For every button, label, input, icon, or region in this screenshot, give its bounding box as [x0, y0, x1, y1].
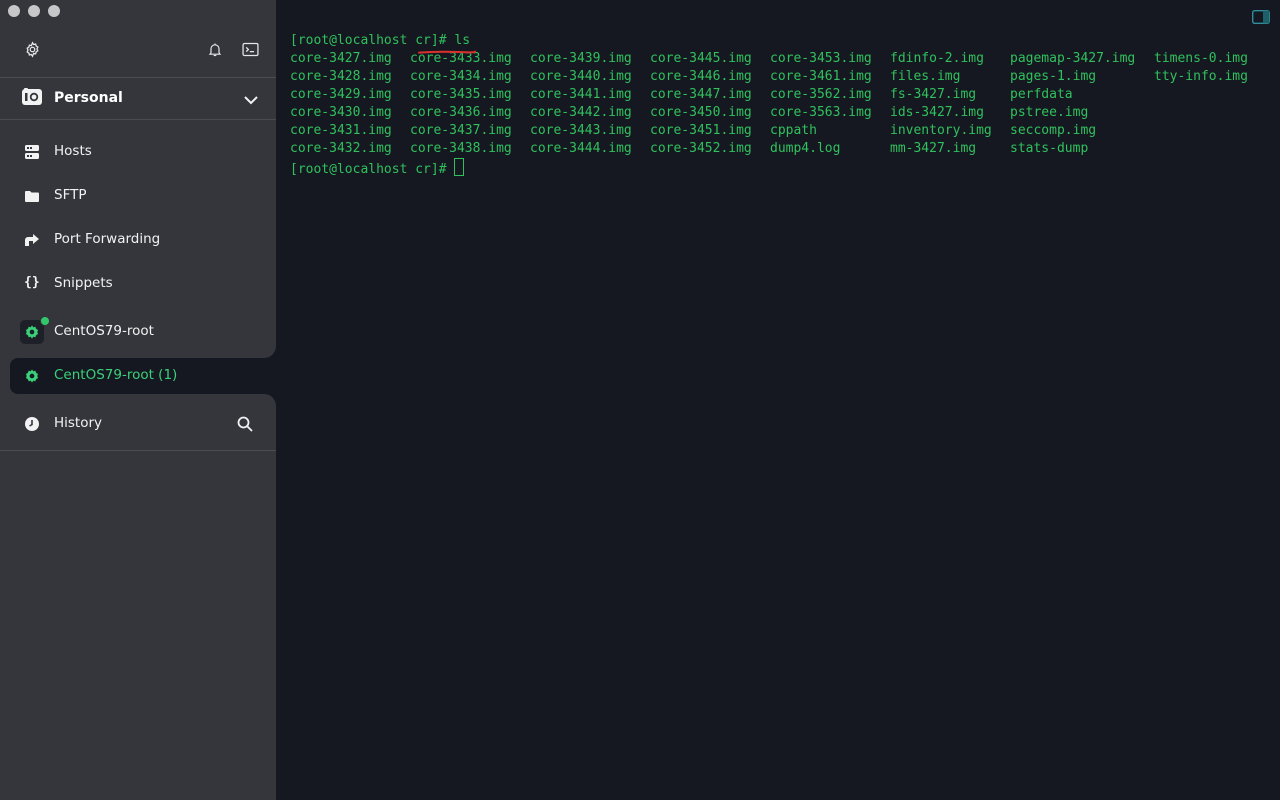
listing-entry: ids-3427.img [890, 105, 984, 120]
sidebar-panel-toggle-icon[interactable] [1251, 9, 1271, 28]
listing-entry: core-3461.img [770, 69, 872, 84]
listing-row: core-3432.img core-3438.img core-3444.img c… [290, 140, 1264, 158]
red-underline-annotation [418, 50, 476, 54]
listing-entry: inventory.img [890, 123, 992, 138]
bell-icon[interactable] [203, 37, 227, 61]
listing-entry: dump4.log [770, 141, 841, 156]
file-listing: core-3427.img core-3433.img core-3439.img c… [290, 50, 1264, 158]
divider [0, 119, 276, 120]
sidebar-item-label: Snippets [54, 275, 113, 291]
terminal-command: ls [446, 33, 471, 48]
listing-entry: cppath [770, 123, 817, 138]
sidebar: Personal Hosts SFTP Port Forwarding {} S… [0, 0, 276, 800]
listing-row: core-3429.img core-3435.img core-3441.img c… [290, 86, 1264, 104]
listing-entry: pages-1.img [1010, 69, 1097, 84]
sidebar-item-label: Hosts [54, 143, 92, 159]
terminal-prompt: [root@localhost cr]# [290, 162, 455, 177]
snippets-icon: {} [24, 275, 40, 290]
listing-entry [1154, 86, 1264, 104]
sidebar-item-label: SFTP [54, 187, 87, 203]
terminal-cursor [454, 158, 465, 176]
listing-entry: core-3452.img [650, 141, 752, 156]
chevron-down-icon [243, 91, 259, 110]
listing-row: core-3431.img core-3437.img core-3443.img c… [290, 122, 1264, 140]
sidebar-item-label: Port Forwarding [54, 231, 161, 247]
folder-icon [24, 188, 40, 204]
listing-entry: core-3441.img [530, 87, 632, 102]
listing-entry: core-3445.img [650, 51, 752, 66]
hosts-icon [24, 144, 40, 160]
listing-entry: seccomp.img [1010, 123, 1097, 138]
sidebar-item-sftp[interactable]: SFTP [0, 178, 276, 214]
listing-entry: timens-0.img [1154, 51, 1248, 66]
listing-entry: core-3563.img [770, 105, 872, 120]
listing-entry: core-3431.img [290, 123, 392, 138]
close-window-button[interactable] [8, 5, 20, 17]
listing-entry: tty-info.img [1154, 69, 1248, 84]
listing-entry: core-3450.img [650, 105, 752, 120]
tab-corner [256, 394, 276, 414]
listing-entry: fdinfo-2.img [890, 51, 984, 66]
minimize-window-button[interactable] [28, 5, 40, 17]
listing-entry: core-3443.img [530, 123, 632, 138]
terminal-pane[interactable]: [root@localhost cr]# ls core-3427.img cor… [276, 0, 1280, 800]
listing-entry: core-3435.img [410, 87, 512, 102]
listing-entry: core-3453.img [770, 51, 872, 66]
listing-entry [1154, 140, 1264, 158]
history-clock-icon [24, 416, 40, 432]
terminal-prompt: [root@localhost cr]# [290, 33, 447, 48]
settings-gear-icon[interactable] [20, 37, 44, 61]
listing-entry: files.img [890, 69, 961, 84]
listing-entry: core-3447.img [650, 87, 752, 102]
listing-entry: mm-3427.img [890, 141, 977, 156]
listing-entry: fs-3427.img [890, 87, 977, 102]
listing-entry: core-3440.img [530, 69, 632, 84]
listing-entry [1154, 104, 1264, 122]
port-forwarding-icon [24, 232, 40, 248]
terminal-icon[interactable] [238, 37, 262, 61]
zoom-window-button[interactable] [48, 5, 60, 17]
sidebar-item-port-forwarding[interactable]: Port Forwarding [0, 222, 276, 258]
search-icon[interactable] [233, 412, 257, 436]
vault-selector[interactable]: Personal [0, 78, 276, 118]
sidebar-item-snippets[interactable]: {} Snippets [0, 266, 276, 302]
listing-entry: core-3429.img [290, 87, 392, 102]
listing-row: core-3430.img core-3436.img core-3442.img c… [290, 104, 1264, 122]
listing-entry: core-3428.img [290, 69, 392, 84]
listing-entry: core-3451.img [650, 123, 752, 138]
sidebar-item-hosts[interactable]: Hosts [0, 134, 276, 170]
session-label: CentOS79-root (1) [54, 367, 178, 383]
listing-entry: core-3446.img [650, 69, 752, 84]
divider [0, 450, 276, 451]
listing-entry: core-3438.img [410, 141, 512, 156]
vault-icon [22, 88, 42, 110]
listing-entry: core-3430.img [290, 105, 392, 120]
listing-row: core-3428.img core-3434.img core-3440.img c… [290, 68, 1264, 86]
listing-entry: pagemap-3427.img [1010, 51, 1136, 66]
listing-entry: core-3442.img [530, 105, 632, 120]
listing-entry: stats-dump [1010, 141, 1089, 156]
listing-entry: core-3434.img [410, 69, 512, 84]
host-gear-icon [24, 324, 40, 340]
sidebar-item-label: History [54, 415, 103, 431]
listing-entry: core-3444.img [530, 141, 632, 156]
online-status-dot [40, 316, 50, 326]
window-controls [8, 5, 60, 17]
listing-entry: core-3436.img [410, 105, 512, 120]
vault-label: Personal [54, 90, 123, 106]
terminal-command-line: [root@localhost cr]# ls [290, 32, 1264, 50]
listing-entry: core-3427.img [290, 51, 392, 66]
listing-entry: pstree.img [1010, 105, 1089, 120]
listing-entry: core-3437.img [410, 123, 512, 138]
session-label: CentOS79-root [54, 323, 154, 339]
listing-entry: core-3562.img [770, 87, 872, 102]
tab-corner [256, 338, 276, 358]
sidebar-item-session-centos79-root-1[interactable]: CentOS79-root (1) [10, 358, 276, 394]
listing-entry: core-3432.img [290, 141, 392, 156]
listing-entry: core-3439.img [530, 51, 632, 66]
listing-entry [1154, 122, 1264, 140]
terminal-input-line[interactable]: [root@localhost cr]# [290, 158, 1264, 177]
host-gear-icon [24, 368, 40, 384]
listing-entry: perfdata [1010, 87, 1073, 102]
